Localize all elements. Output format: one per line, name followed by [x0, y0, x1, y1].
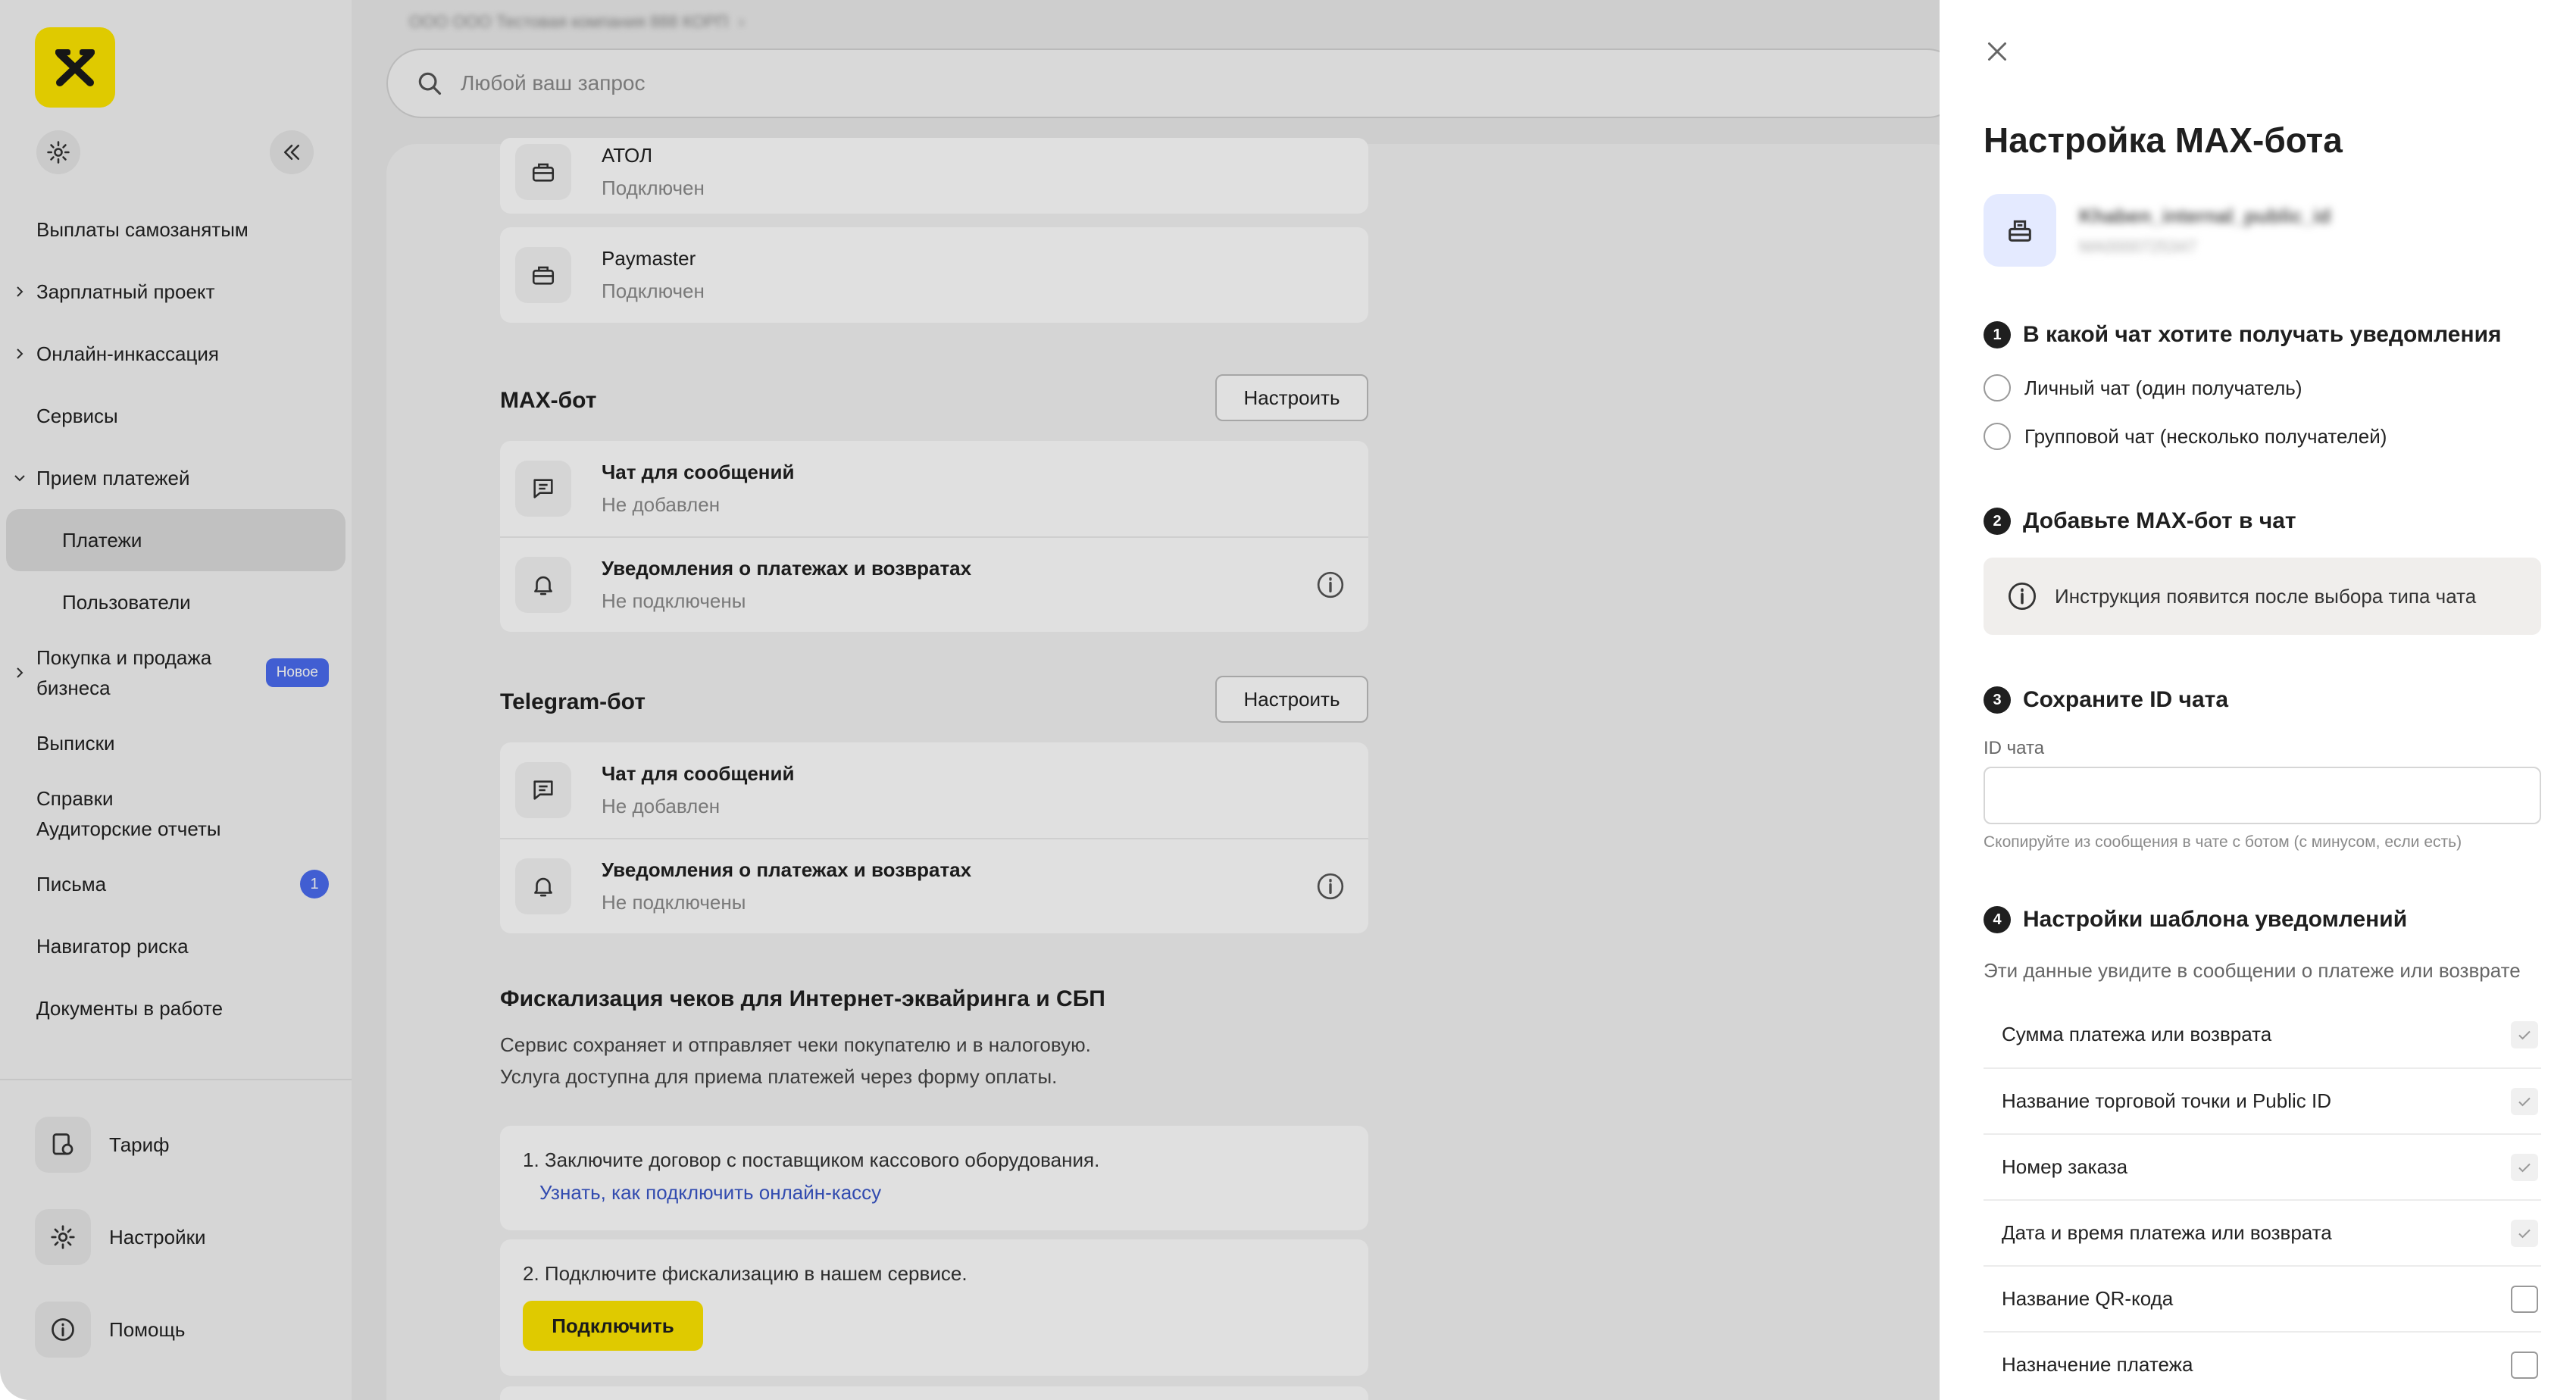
checkbox[interactable]	[2511, 1020, 2538, 1048]
radio-button[interactable]	[1984, 423, 2011, 450]
option-label: Назначение платежа	[2002, 1353, 2193, 1376]
step4-heading: 4 Настройки шаблона уведомлений	[1984, 906, 2407, 933]
shop-id: MA0000725347	[2079, 236, 2197, 256]
checkbox[interactable]	[2511, 1087, 2538, 1115]
step2-title: Добавьте MAX-бот в чат	[2023, 508, 2296, 533]
step2-heading: 2 Добавьте MAX-бот в чат	[1984, 508, 2296, 535]
step3-number: 3	[1984, 686, 2011, 714]
step1-number: 1	[1984, 321, 2011, 348]
radio-group-chat[interactable]: Групповой чат (несколько получателей)	[1984, 423, 2387, 450]
chat-id-hint: Скопируйте из сообщения в чате с ботом (…	[1984, 833, 2462, 851]
shop-info: Khaben_internal_public_id MA0000725347	[1984, 194, 2331, 267]
checkbox[interactable]	[2511, 1351, 2538, 1379]
notice-text: Инструкция появится после выбора типа ча…	[2055, 584, 2477, 608]
option-label: Сумма платежа или возврата	[2002, 1023, 2272, 1045]
checkmark-icon	[2518, 1097, 2531, 1106]
template-option[interactable]: Назначение платежа	[1984, 1331, 2541, 1397]
radio-label: Групповой чат (несколько получателей)	[2024, 424, 2387, 448]
checkbox[interactable]	[2511, 1153, 2538, 1181]
radio-label: Личный чат (один получатель)	[2024, 376, 2302, 399]
checkbox[interactable]	[2511, 1285, 2538, 1313]
modal-overlay[interactable]	[0, 0, 1940, 1400]
template-option[interactable]: Название QR-кода	[1984, 1265, 2541, 1331]
radio-button[interactable]	[1984, 374, 2011, 402]
checkbox[interactable]	[2511, 1219, 2538, 1247]
close-icon[interactable]	[1984, 38, 2011, 65]
template-option[interactable]: Название торговой точки и Public ID	[1984, 1067, 2541, 1133]
chat-id-label: ID чата	[1984, 738, 2045, 758]
checkmark-icon	[2518, 1229, 2531, 1238]
step2-number: 2	[1984, 508, 2011, 535]
checkmark-icon	[2518, 1163, 2531, 1172]
shop-register-icon	[1984, 194, 2056, 267]
panel-title: Настройка MAX-бота	[1984, 120, 2343, 160]
option-label: Название торговой точки и Public ID	[2002, 1089, 2332, 1112]
radio-personal-chat[interactable]: Личный чат (один получатель)	[1984, 374, 2302, 402]
option-label: Дата и время платежа или возврата	[2002, 1221, 2332, 1244]
instruction-notice: Инструкция появится после выбора типа ча…	[1984, 558, 2541, 635]
checkmark-icon	[2518, 1030, 2531, 1039]
step3-heading: 3 Сохраните ID чата	[1984, 686, 2228, 714]
app-window: Выплаты самозанятым Зарплатный проект Он…	[0, 0, 1940, 1400]
shop-name: Khaben_internal_public_id	[2079, 204, 2331, 227]
template-option[interactable]: Номер заказа	[1984, 1133, 2541, 1199]
info-icon	[2008, 582, 2037, 611]
step4-number: 4	[1984, 906, 2011, 933]
step4-title: Настройки шаблона уведомлений	[2023, 907, 2408, 932]
max-bot-settings-panel: Настройка MAX-бота Khaben_internal_publi…	[1940, 0, 2576, 1400]
chat-id-field[interactable]	[1984, 767, 2541, 824]
template-description: Эти данные увидите в сообщении о платеже…	[1984, 959, 2521, 982]
option-label: Название QR-кода	[2002, 1287, 2174, 1310]
template-option[interactable]: Сумма платежа или возврата	[1984, 1002, 2541, 1067]
option-label: Номер заказа	[2002, 1155, 2128, 1178]
step3-title: Сохраните ID чата	[2023, 687, 2229, 712]
template-options-list: Сумма платежа или возврата Название торг…	[1984, 1002, 2541, 1397]
shop-details: Khaben_internal_public_id MA0000725347	[2079, 205, 2331, 257]
step1-title: В какой чат хотите получать уведомления	[2023, 322, 2502, 347]
template-option[interactable]: Дата и время платежа или возврата	[1984, 1199, 2541, 1265]
step1-heading: 1 В какой чат хотите получать уведомлени…	[1984, 321, 2502, 348]
